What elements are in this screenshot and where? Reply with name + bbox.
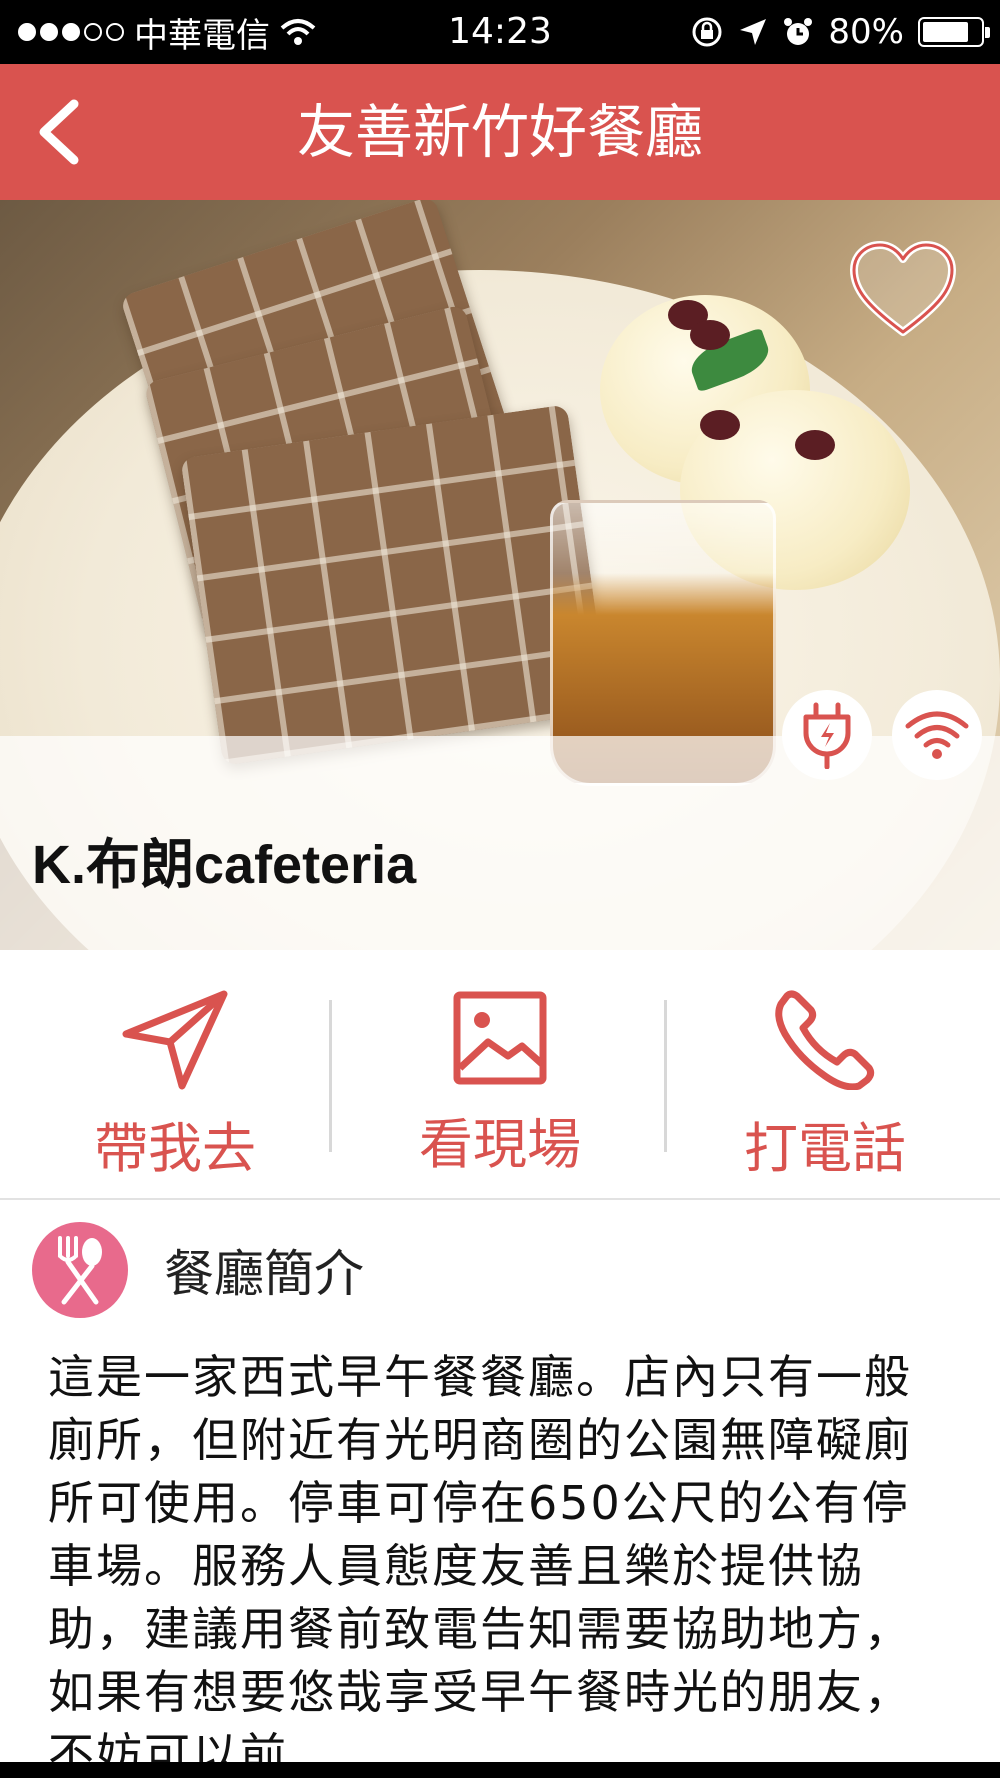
wifi-badge: [892, 690, 982, 780]
bottom-edge: [0, 1762, 1000, 1778]
heart-icon: [850, 241, 956, 336]
photo-berry: [700, 410, 740, 440]
battery-icon: [918, 17, 990, 47]
status-right: 80%: [690, 10, 990, 54]
phone-icon: [775, 990, 875, 1090]
intro-header: 餐廳簡介: [32, 1222, 364, 1318]
divider: [329, 1000, 332, 1152]
alarm-icon: [784, 18, 813, 45]
view-photos-label: 看現場: [419, 1113, 581, 1176]
action-bar: 帶我去 看現場 打電話: [0, 950, 1000, 1200]
navigate-button[interactable]: 帶我去: [25, 990, 325, 1180]
status-bar: 中華電信 14:23 80%: [0, 0, 1000, 64]
intro-text: 這是一家西式早午餐餐廳。店內只有一般廁所，但附近有光明商圈的公園無障礙廁所可使用…: [48, 1350, 912, 1782]
restaurant-name: K.布朗cafeteria: [32, 835, 417, 895]
battery-percent: 80%: [828, 12, 904, 52]
navigate-label: 帶我去: [94, 1117, 256, 1180]
navigation-arrow-icon: [122, 990, 228, 1090]
intro-title: 餐廳簡介: [164, 1245, 364, 1303]
call-label: 打電話: [744, 1117, 906, 1180]
location-arrow-icon: [740, 19, 767, 45]
call-button[interactable]: 打電話: [675, 990, 975, 1180]
rotation-lock-icon: [692, 17, 722, 47]
image-icon: [453, 991, 547, 1085]
power-plug-badge: [782, 690, 872, 780]
wifi-icon: [905, 711, 969, 759]
nav-bar: 友善新竹好餐廳: [0, 64, 1000, 200]
divider: [664, 1000, 667, 1152]
photo-waffle: [180, 404, 610, 766]
photo-berry: [690, 320, 730, 350]
page-title: 友善新竹好餐廳: [296, 98, 703, 166]
restaurant-photo: K.布朗cafeteria: [0, 200, 1000, 950]
fork-spoon-icon: [32, 1222, 128, 1318]
favorite-button[interactable]: [848, 240, 958, 340]
photo-berry: [795, 430, 835, 460]
power-plug-icon: [803, 702, 851, 769]
view-photos-button[interactable]: 看現場: [350, 990, 650, 1176]
